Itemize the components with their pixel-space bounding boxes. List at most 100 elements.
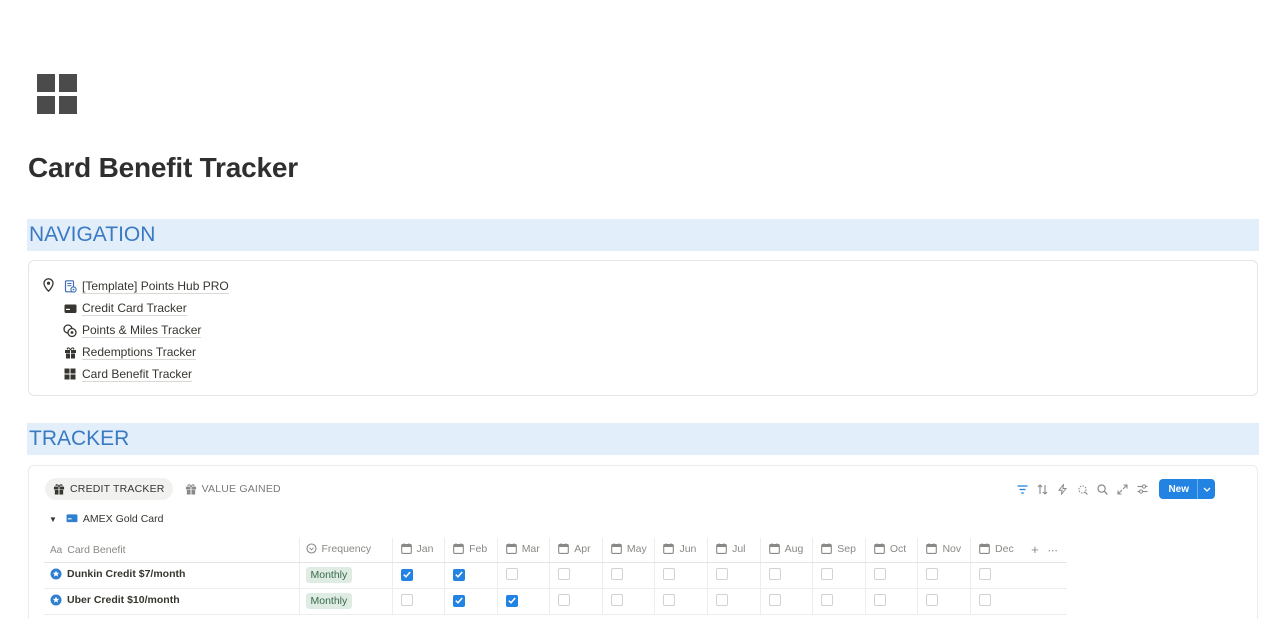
benefit-name: Dunkin Credit $7/month <box>67 567 186 580</box>
text-property-icon: Aa <box>50 544 63 556</box>
column-label: Jul <box>732 542 746 555</box>
column-header-month[interactable]: Sep <box>812 538 866 563</box>
cell-frequency[interactable]: Monthly <box>298 588 392 615</box>
nav-link-label: Card Benefit Tracker <box>82 366 193 382</box>
unchecked-checkbox[interactable] <box>821 593 834 606</box>
unchecked-checkbox[interactable] <box>663 567 676 580</box>
gift-icon <box>63 345 77 359</box>
column-header-month[interactable]: May <box>601 538 655 563</box>
cell-month <box>970 562 1024 589</box>
calendar-icon <box>821 543 833 554</box>
checked-checkbox[interactable] <box>453 594 466 607</box>
cell-month <box>391 588 445 615</box>
unchecked-checkbox[interactable] <box>558 567 571 580</box>
unchecked-checkbox[interactable] <box>610 567 623 580</box>
nav-link-credit-card-tracker[interactable]: Credit Card Tracker <box>63 297 229 319</box>
lightning-icon[interactable] <box>1055 482 1069 496</box>
column-header-frequency[interactable]: Frequency <box>298 538 392 563</box>
calendar-icon <box>716 543 727 554</box>
column-label: Aug <box>784 542 804 555</box>
column-header-month[interactable]: Jul <box>707 538 761 563</box>
expand-icon[interactable] <box>1115 482 1129 496</box>
column-actions: + ⋯ <box>1023 538 1068 563</box>
cell-card-benefit[interactable]: Dunkin Credit $7/month <box>44 562 299 589</box>
column-header-month[interactable]: Dec <box>970 538 1024 563</box>
nav-link-points-hub[interactable]: [Template] Points Hub PRO <box>63 275 229 297</box>
column-header-card-benefit[interactable]: Aa Card Benefit <box>44 538 299 563</box>
unchecked-checkbox[interactable] <box>558 593 571 606</box>
checked-checkbox[interactable] <box>505 594 518 607</box>
nav-link-points-miles-tracker[interactable]: Points & Miles Tracker <box>63 319 229 341</box>
unchecked-checkbox[interactable] <box>768 593 781 606</box>
column-header-month[interactable]: Jan <box>391 538 445 563</box>
unchecked-checkbox[interactable] <box>610 593 623 606</box>
nav-link-redemptions-tracker[interactable]: Redemptions Tracker <box>63 341 229 363</box>
navigation-callout: [Template] Points Hub PRO Credit Card Tr… <box>28 260 1258 396</box>
column-header-month[interactable]: Feb <box>444 538 498 563</box>
unchecked-checkbox[interactable] <box>926 593 939 606</box>
unchecked-checkbox[interactable] <box>768 567 781 580</box>
nav-link-card-benefit-tracker[interactable]: Card Benefit Tracker <box>63 363 229 385</box>
unchecked-checkbox[interactable] <box>716 567 729 580</box>
column-header-month[interactable]: Nov <box>917 538 971 563</box>
column-header-month[interactable]: Mar <box>496 538 550 563</box>
column-label: Jun <box>679 542 697 555</box>
calendar-icon <box>505 543 517 554</box>
select-property-icon <box>305 543 317 554</box>
column-label: May <box>626 542 647 555</box>
unchecked-checkbox[interactable] <box>505 567 518 580</box>
filter-icon[interactable] <box>1015 482 1029 496</box>
unchecked-checkbox[interactable] <box>821 567 834 580</box>
column-label: Dec <box>995 542 1014 555</box>
unchecked-checkbox[interactable] <box>663 593 676 606</box>
column-label: Nov <box>942 542 962 555</box>
calendar-icon <box>400 543 412 554</box>
more-options-icon[interactable]: ⋯ <box>1048 545 1059 557</box>
cell-card-benefit[interactable]: Uber Credit $10/month <box>44 588 299 615</box>
tab-credit-tracker[interactable]: CREDIT TRACKER <box>45 478 173 500</box>
cell-month <box>496 588 550 615</box>
settings-icon[interactable] <box>1135 482 1149 496</box>
checked-checkbox[interactable] <box>400 568 413 581</box>
column-header-month[interactable]: Oct <box>864 538 918 563</box>
unchecked-checkbox[interactable] <box>873 567 886 580</box>
column-header-month[interactable]: Aug <box>759 538 813 563</box>
cell-month <box>601 588 655 615</box>
unchecked-checkbox[interactable] <box>716 593 729 606</box>
checked-checkbox[interactable] <box>453 568 466 581</box>
column-label: Apr <box>574 542 591 555</box>
column-header-month[interactable]: Apr <box>549 538 603 563</box>
cell-empty <box>1023 588 1068 615</box>
add-column-icon[interactable]: + <box>1031 542 1039 557</box>
cell-month <box>496 562 550 589</box>
unchecked-checkbox[interactable] <box>979 567 992 580</box>
chevron-down-icon[interactable] <box>1197 479 1215 499</box>
tracker-database: CREDIT TRACKER VALUE GAINED New ▼ AMEX G… <box>28 465 1258 619</box>
grid-icon[interactable] <box>37 74 77 114</box>
column-label: Oct <box>889 542 907 555</box>
view-tabs: CREDIT TRACKER VALUE GAINED <box>45 478 289 500</box>
document-gear-icon <box>63 279 77 293</box>
credit-card-icon <box>63 301 77 315</box>
unchecked-checkbox[interactable] <box>400 593 413 606</box>
new-button-label: New <box>1168 483 1189 495</box>
column-header-month[interactable]: Jun <box>654 538 708 563</box>
search-icon[interactable] <box>1095 482 1109 496</box>
unchecked-checkbox[interactable] <box>926 567 939 580</box>
tab-value-gained[interactable]: VALUE GAINED <box>177 478 289 500</box>
cell-month <box>391 562 445 589</box>
group-header-amex-gold[interactable]: ▼ AMEX Gold Card <box>49 513 163 525</box>
cell-frequency[interactable]: Monthly <box>298 562 392 589</box>
sort-icon[interactable] <box>1035 482 1049 496</box>
table-row[interactable]: Dunkin Credit $7/month Monthly <box>44 562 1068 589</box>
cell-month <box>601 562 655 589</box>
triangle-down-icon[interactable]: ▼ <box>49 515 57 524</box>
unchecked-checkbox[interactable] <box>873 593 886 606</box>
new-button[interactable]: New <box>1159 479 1215 499</box>
table-row[interactable]: Uber Credit $10/month Monthly <box>44 588 1068 615</box>
magic-icon[interactable] <box>1075 482 1089 496</box>
cell-month <box>549 562 603 589</box>
tab-label: CREDIT TRACKER <box>70 483 165 495</box>
unchecked-checkbox[interactable] <box>979 593 992 606</box>
navigation-heading: NAVIGATION <box>27 219 1259 251</box>
